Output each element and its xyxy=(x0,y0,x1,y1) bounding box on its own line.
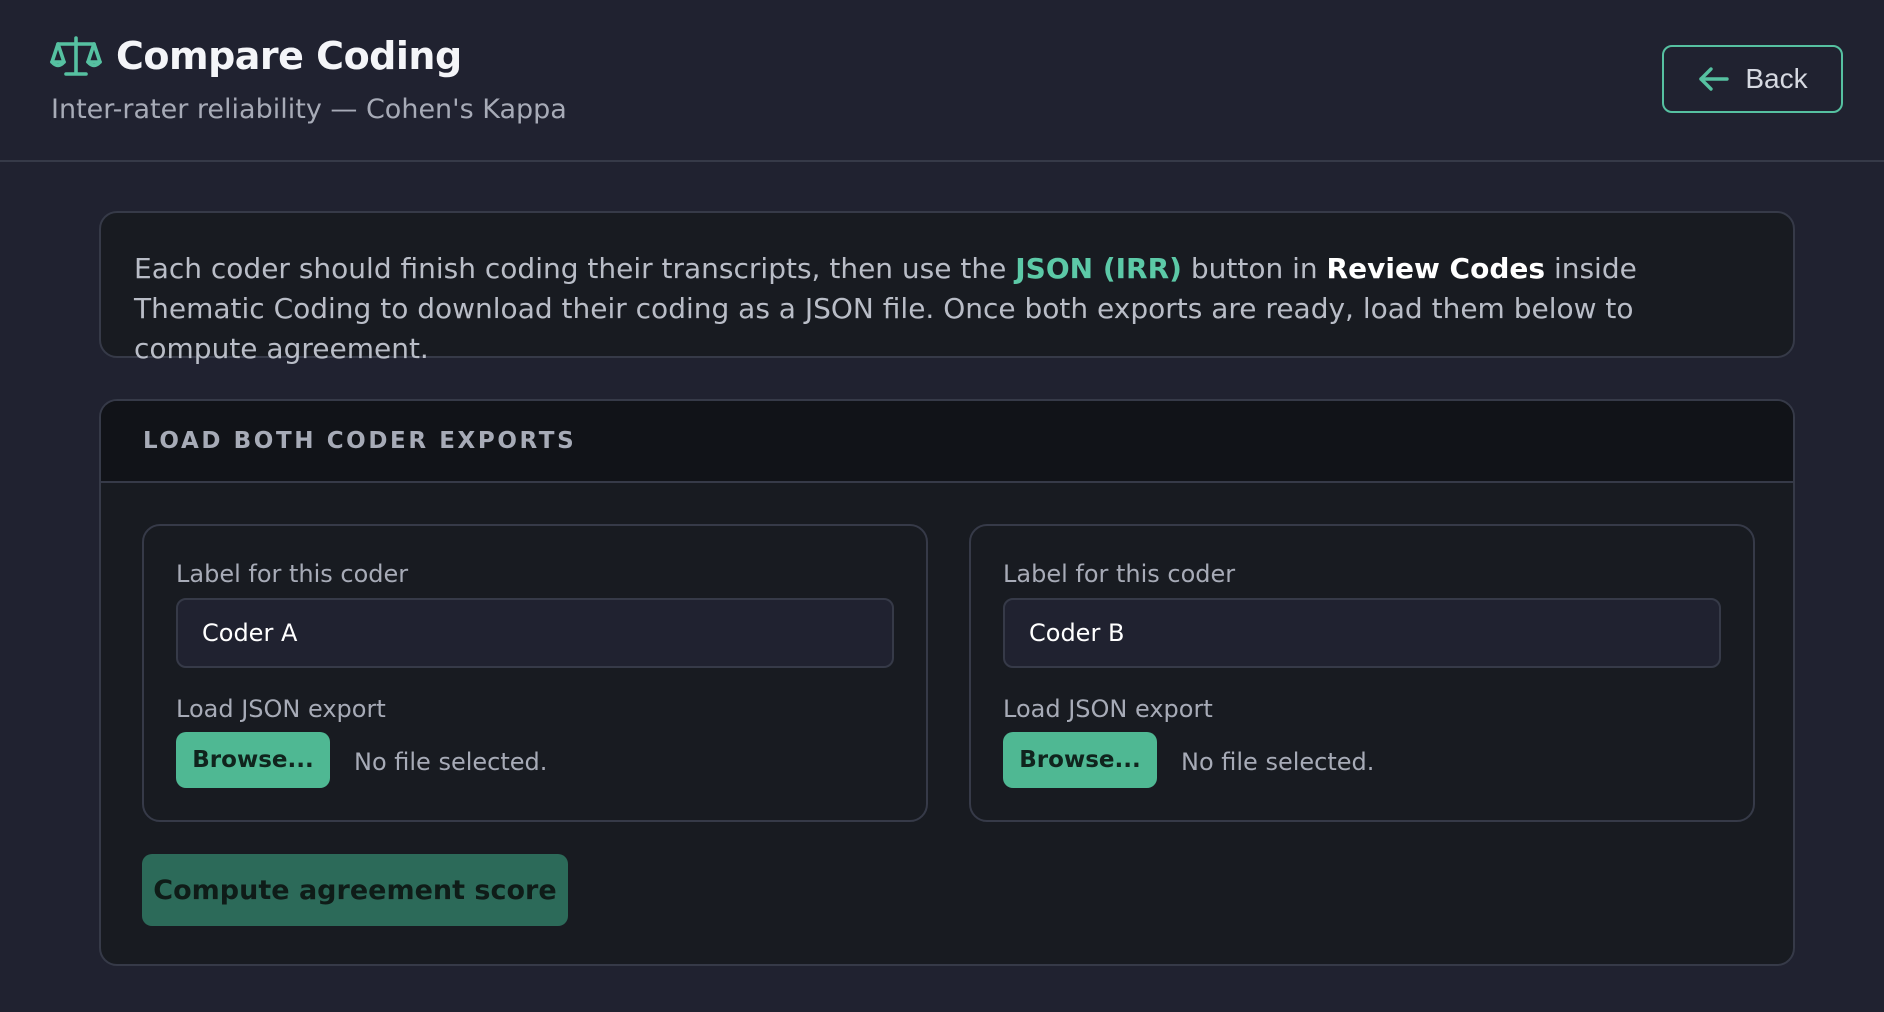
coder-b-panel: Label for this coder Load JSON export Br… xyxy=(969,524,1755,822)
json-export-caption: Load JSON export xyxy=(176,695,386,723)
instructions-part1: Each coder should finish coding their tr… xyxy=(134,252,1016,285)
coder-label-caption: Label for this coder xyxy=(176,560,409,588)
coder-a-file-status: No file selected. xyxy=(354,748,548,776)
back-button-label: Back xyxy=(1745,63,1808,94)
load-exports-title: LOAD BOTH CODER EXPORTS xyxy=(143,428,577,454)
json-irr-highlight: JSON (IRR) xyxy=(1015,252,1182,285)
compute-agreement-button[interactable]: Compute agreement score xyxy=(142,854,568,926)
coder-a-label-input[interactable] xyxy=(176,598,894,668)
json-export-caption: Load JSON export xyxy=(1003,695,1213,723)
coder-b-label-input[interactable] xyxy=(1003,598,1721,668)
balance-scale-icon xyxy=(50,34,102,78)
coder-label-caption: Label for this coder xyxy=(1003,560,1236,588)
load-exports-card: LOAD BOTH CODER EXPORTS Label for this c… xyxy=(99,399,1795,966)
arrow-left-icon xyxy=(1697,65,1731,93)
page-title: Compare Coding xyxy=(116,34,462,78)
page-header: Compare Coding Inter-rater reliability —… xyxy=(0,0,1884,162)
back-button[interactable]: Back xyxy=(1662,45,1843,113)
instructions-card: Each coder should finish coding their tr… xyxy=(99,211,1795,365)
load-exports-header: LOAD BOTH CODER EXPORTS xyxy=(101,401,1793,483)
instructions-text: Each coder should finish coding their tr… xyxy=(134,249,1761,369)
coder-a-browse-button[interactable]: Browse... xyxy=(176,732,330,788)
instructions-part2: button in xyxy=(1181,252,1327,285)
page-subtitle: Inter-rater reliability — Cohen's Kappa xyxy=(51,94,567,125)
coder-b-browse-button[interactable]: Browse... xyxy=(1003,732,1157,788)
coder-a-panel: Label for this coder Load JSON export Br… xyxy=(142,524,928,822)
coder-b-file-status: No file selected. xyxy=(1181,748,1375,776)
review-codes-emphasis: Review Codes xyxy=(1326,252,1546,285)
title-row: Compare Coding xyxy=(50,34,462,78)
